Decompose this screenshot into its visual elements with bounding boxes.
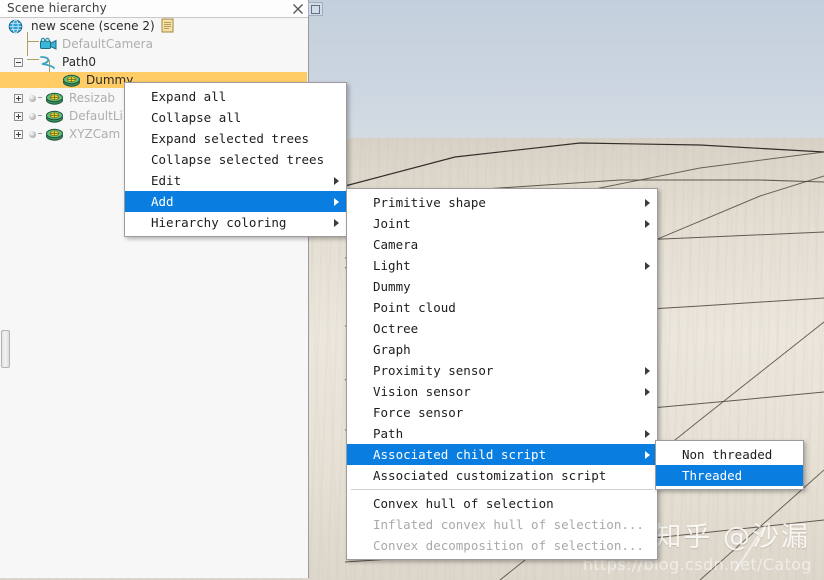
menu-item-label: Path (373, 426, 404, 441)
menu-item-label: Dummy (373, 279, 411, 294)
menu-item-label: Inflated convex hull of selection... (373, 517, 644, 532)
tree-connector (38, 115, 42, 116)
add-item-associated-child-script[interactable]: Associated child script (347, 444, 657, 465)
menu-item-label: Hierarchy coloring (151, 215, 287, 230)
submenu-arrow-icon (645, 430, 650, 438)
menu-item-label: Proximity sensor (373, 363, 494, 378)
menu-item-label: Edit (151, 173, 182, 188)
submenu-arrow-icon (645, 388, 650, 396)
submenu-arrow-icon (334, 219, 339, 227)
dummy-icon (45, 91, 63, 105)
menu-item-label: Convex hull of selection (373, 496, 554, 511)
add-item-point-cloud[interactable]: Point cloud (347, 297, 657, 318)
add-item-vision-sensor[interactable]: Vision sensor (347, 381, 657, 402)
menu-item-expand-selected-trees[interactable]: Expand selected trees (125, 128, 346, 149)
submenu-arrow-icon (334, 198, 339, 206)
script-item-non-threaded[interactable]: Non threaded (656, 444, 803, 465)
menu-item-label: Camera (373, 237, 419, 252)
menu-separator (351, 489, 653, 490)
panel-title-bar: Scene hierarchy (0, 0, 308, 18)
page-title: Scene hierarchy (7, 1, 107, 15)
menu-item-label: Primitive shape (373, 195, 486, 210)
expand-toggle-icon[interactable] (14, 112, 23, 121)
panel-resize-handle[interactable] (1, 330, 10, 368)
maximize-icon[interactable] (308, 2, 323, 16)
tree-node-label: DefaultCamera (62, 37, 153, 51)
menu-item-label: Point cloud (373, 300, 456, 315)
menu-item-label: Expand all (151, 89, 227, 104)
add-submenu[interactable]: Primitive shape Joint Camera Light Dummy Poin… (346, 188, 658, 560)
add-item-joint[interactable]: Joint (347, 213, 657, 234)
add-item-associated-customization-script[interactable]: Associated customization script (347, 465, 657, 486)
add-item-force-sensor[interactable]: Force sensor (347, 402, 657, 423)
script-icon[interactable] (161, 18, 177, 33)
add-item-dummy[interactable]: Dummy (347, 276, 657, 297)
visibility-dot-icon[interactable] (29, 131, 36, 138)
submenu-arrow-icon (645, 367, 650, 375)
menu-item-label: Octree (373, 321, 419, 336)
menu-item-edit[interactable]: Edit (125, 170, 346, 191)
submenu-arrow-icon (645, 199, 650, 207)
menu-item-label: Force sensor (373, 405, 464, 420)
menu-item-label: Add (151, 194, 174, 209)
menu-item-label: Expand selected trees (151, 131, 310, 146)
expand-toggle-icon[interactable] (14, 130, 23, 139)
menu-item-collapse-selected-trees[interactable]: Collapse selected trees (125, 149, 346, 170)
add-item-inflated-convex-hull-of-selection: Inflated convex hull of selection... (347, 514, 657, 535)
menu-item-label: Non threaded (682, 447, 773, 462)
menu-item-hierarchy-coloring[interactable]: Hierarchy coloring (125, 212, 346, 233)
menu-item-label: Collapse all (151, 110, 242, 125)
menu-item-label: Graph (373, 342, 411, 357)
add-item-primitive-shape[interactable]: Primitive shape (347, 192, 657, 213)
tree-node-default-camera[interactable]: DefaultCamera (0, 36, 307, 52)
hierarchy-context-menu[interactable]: Expand all Collapse all Expand selected tr… (124, 82, 347, 237)
add-item-camera[interactable]: Camera (347, 234, 657, 255)
add-item-graph[interactable]: Graph (347, 339, 657, 360)
menu-item-label: Light (373, 258, 411, 273)
tree-node-label: XYZCam (69, 127, 121, 141)
add-item-path[interactable]: Path (347, 423, 657, 444)
add-item-convex-decomposition-of-selection: Convex decomposition of selection... (347, 535, 657, 556)
dummy-icon (62, 73, 80, 87)
add-item-proximity-sensor[interactable]: Proximity sensor (347, 360, 657, 381)
menu-item-expand-all[interactable]: Expand all (125, 86, 346, 107)
close-icon[interactable] (291, 1, 305, 15)
tree-node-label: new scene (scene 2) (31, 19, 155, 33)
globe-icon (8, 19, 24, 34)
tree-node-label: DefaultLi (69, 109, 123, 123)
collapse-toggle-icon[interactable] (14, 58, 23, 67)
menu-item-label: Threaded (682, 468, 743, 483)
menu-item-label: Associated child script (373, 447, 547, 462)
camera-icon (39, 37, 57, 51)
child-script-submenu[interactable]: Non threaded Threaded (655, 440, 804, 490)
visibility-dot-icon[interactable] (29, 113, 36, 120)
menu-item-label: Vision sensor (373, 384, 471, 399)
submenu-arrow-icon (334, 177, 339, 185)
expand-toggle-icon[interactable] (14, 94, 23, 103)
script-item-threaded[interactable]: Threaded (656, 465, 803, 486)
menu-item-collapse-all[interactable]: Collapse all (125, 107, 346, 128)
menu-item-label: Joint (373, 216, 411, 231)
submenu-arrow-icon (645, 451, 650, 459)
dummy-icon (45, 109, 63, 123)
tree-node-new-scene[interactable]: new scene (scene 2) (0, 18, 307, 34)
tree-node-path0[interactable]: Path0 (0, 54, 307, 70)
add-item-light[interactable]: Light (347, 255, 657, 276)
tree-connector (38, 97, 42, 98)
path-icon (39, 55, 55, 69)
submenu-arrow-icon (645, 220, 650, 228)
menu-item-add[interactable]: Add (125, 191, 346, 212)
menu-item-label: Convex decomposition of selection... (373, 538, 644, 553)
visibility-dot-icon[interactable] (29, 95, 36, 102)
tree-node-label: Path0 (62, 55, 96, 69)
add-item-octree[interactable]: Octree (347, 318, 657, 339)
add-item-convex-hull-of-selection[interactable]: Convex hull of selection (347, 493, 657, 514)
menu-item-label: Collapse selected trees (151, 152, 325, 167)
menu-item-label: Associated customization script (373, 468, 607, 483)
submenu-arrow-icon (645, 262, 650, 270)
tree-node-label: Resizab (69, 91, 116, 105)
tree-connector (38, 133, 42, 134)
dummy-icon (45, 127, 63, 141)
